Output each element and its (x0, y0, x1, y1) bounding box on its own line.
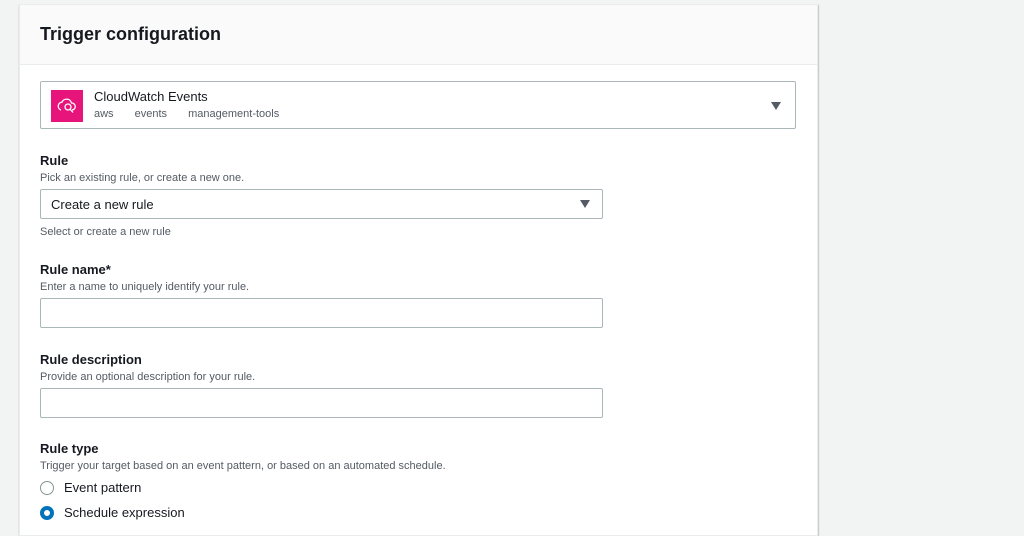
rule-description-text: Pick an existing rule, or create a new o… (40, 172, 245, 184)
trigger-configuration-panel: Trigger configuration CloudWatch Events … (19, 4, 818, 536)
panel-header: Trigger configuration (20, 5, 817, 65)
rule-hint: Select or create a new rule (40, 226, 171, 238)
cloudwatch-events-icon-graphic (57, 98, 76, 113)
caret-down-icon (580, 200, 590, 208)
rule-name-input[interactable] (40, 298, 603, 328)
rule-description-help: Provide an optional description for your… (40, 371, 256, 383)
trigger-name: CloudWatch Events (94, 89, 208, 104)
panel-title: Trigger configuration (40, 24, 222, 44)
rule-type-description: Trigger your target based on an event pa… (40, 460, 446, 472)
radio-schedule-expression[interactable]: Schedule expression (40, 505, 185, 520)
rule-name-description: Enter a name to uniquely identify your r… (40, 281, 250, 293)
radio-button-checked-icon[interactable] (40, 505, 54, 520)
rule-select-value: Create a new rule (51, 197, 154, 212)
trigger-tags: aws events management-tools (94, 108, 297, 120)
rule-select[interactable]: Create a new rule (40, 189, 603, 219)
rule-name-label: Rule name* (40, 262, 111, 277)
radio-button-icon[interactable] (40, 480, 54, 495)
trigger-tag: events (134, 108, 168, 120)
rule-label: Rule (40, 153, 69, 168)
radio-event-pattern[interactable]: Event pattern (40, 480, 141, 495)
caret-down-icon (771, 102, 781, 110)
trigger-select[interactable]: CloudWatch Events aws events management-… (40, 81, 796, 129)
trigger-tag: management-tools (188, 108, 280, 120)
rule-description-label: Rule description (40, 352, 142, 367)
radio-label: Schedule expression (64, 505, 185, 520)
cloudwatch-events-icon (51, 90, 83, 122)
rule-description-input[interactable] (40, 388, 603, 418)
trigger-tag: aws (94, 108, 114, 120)
radio-label: Event pattern (64, 480, 142, 495)
rule-type-label: Rule type (40, 441, 99, 456)
